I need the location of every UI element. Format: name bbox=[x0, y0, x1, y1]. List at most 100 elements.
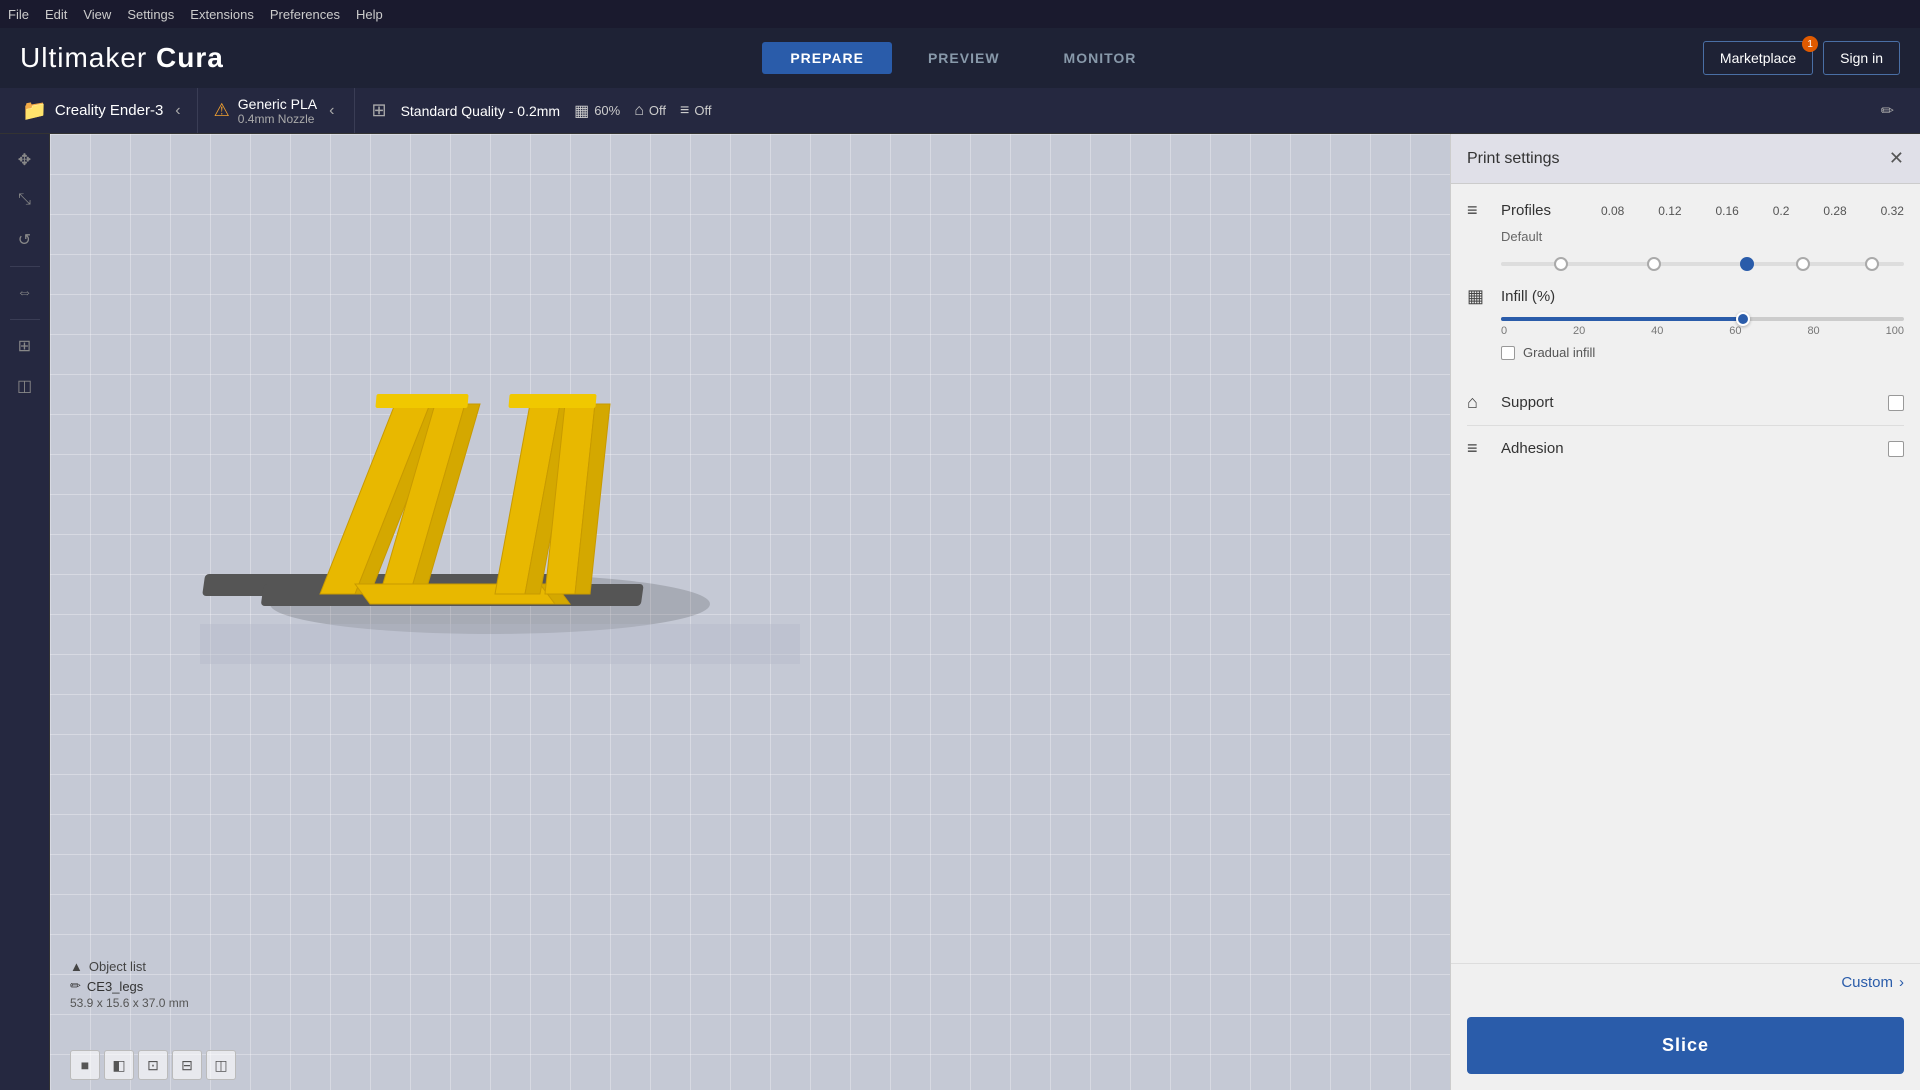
infill-slider-thumb[interactable] bbox=[1736, 312, 1750, 326]
tool-per-model[interactable]: ◫ bbox=[7, 368, 43, 404]
3d-model bbox=[200, 184, 800, 684]
menu-help[interactable]: Help bbox=[356, 7, 383, 22]
settings-title: Print settings bbox=[1467, 150, 1559, 168]
material-arrow-btn[interactable]: ‹ bbox=[325, 98, 338, 124]
menu-extensions[interactable]: Extensions bbox=[190, 7, 254, 22]
gradual-infill-checkbox[interactable] bbox=[1501, 346, 1515, 360]
profiles-icon: ≡ bbox=[1467, 200, 1491, 221]
profile-thumb-3[interactable] bbox=[1796, 257, 1810, 271]
profile-val-0: 0.08 bbox=[1601, 204, 1624, 218]
profiles-row: ≡ Profiles 0.08 0.12 0.16 0.2 0.28 0.32 bbox=[1467, 200, 1904, 221]
profile-default-label: Default bbox=[1501, 229, 1904, 244]
support-icon: ⌂ bbox=[634, 102, 644, 120]
infill-label-0: 0 bbox=[1501, 325, 1507, 337]
print-settings-panel: Print settings ✕ ≡ Profiles 0.08 0.12 0.… bbox=[1450, 134, 1920, 1090]
adhesion-icon: ≡ bbox=[680, 102, 689, 120]
view-mode-layers[interactable]: ⊡ bbox=[138, 1050, 168, 1080]
gradual-infill-row: Gradual infill bbox=[1501, 345, 1904, 360]
object-list-header[interactable]: ▲ Object list bbox=[70, 959, 189, 974]
infill-slider-container: 0 20 40 60 80 100 bbox=[1501, 317, 1904, 337]
marketplace-label: Marketplace bbox=[1720, 50, 1796, 66]
custom-label: Custom bbox=[1841, 974, 1893, 991]
viewport[interactable]: ▲ Object list ✏ CE3_legs 53.9 x 15.6 x 3… bbox=[50, 134, 1450, 1090]
adhesion-section-icon: ≡ bbox=[1467, 438, 1491, 459]
nav-preview[interactable]: PREVIEW bbox=[900, 42, 1028, 74]
material-section: ⚠ Generic PLA 0.4mm Nozzle ‹ bbox=[198, 88, 356, 133]
marketplace-button[interactable]: Marketplace 1 bbox=[1703, 41, 1813, 75]
left-sidebar: ✥ ⤡ ↺ ⇔ ⊞ ◫ bbox=[0, 134, 50, 1090]
view-mode-solid[interactable]: ■ bbox=[70, 1050, 100, 1080]
custom-button[interactable]: Custom › bbox=[1841, 974, 1904, 991]
profile-thumb-1[interactable] bbox=[1647, 257, 1661, 271]
menubar: File Edit View Settings Extensions Prefe… bbox=[0, 0, 1920, 28]
tool-mirror[interactable]: ⇔ bbox=[7, 275, 43, 311]
quality-section: ⊞ Standard Quality - 0.2mm ▦ 60% ⌂ Off ≡… bbox=[355, 88, 1910, 133]
app-title: Ultimaker Cura bbox=[20, 42, 224, 74]
signin-button[interactable]: Sign in bbox=[1823, 41, 1900, 75]
adhesion-checkbox[interactable] bbox=[1888, 441, 1904, 457]
nav-prepare[interactable]: PREPARE bbox=[762, 42, 892, 74]
infill-label-5: 100 bbox=[1886, 325, 1904, 337]
infill-control: ▦ 60% bbox=[574, 101, 620, 121]
view-mode-xray[interactable]: ◧ bbox=[104, 1050, 134, 1080]
profile-thumb-4[interactable] bbox=[1865, 257, 1879, 271]
header-right: Marketplace 1 Sign in bbox=[1703, 41, 1900, 75]
tool-scale[interactable]: ⤡ bbox=[7, 182, 43, 218]
adhesion-off: Off bbox=[694, 103, 711, 118]
quality-settings-icon: ⊞ bbox=[371, 100, 386, 121]
support-off: Off bbox=[649, 103, 666, 118]
main-area: ✥ ⤡ ↺ ⇔ ⊞ ◫ bbox=[0, 134, 1920, 1090]
slice-button[interactable]: Slice bbox=[1467, 1017, 1904, 1074]
profiles-label: Profiles bbox=[1501, 202, 1581, 219]
infill-settings-icon: ▦ bbox=[1467, 286, 1491, 307]
tool-support[interactable]: ⊞ bbox=[7, 328, 43, 364]
chevron-up-icon: ▲ bbox=[70, 959, 83, 974]
printer-name[interactable]: Creality Ender-3 bbox=[55, 102, 163, 119]
nav-buttons: PREPARE PREVIEW MONITOR bbox=[762, 42, 1164, 74]
printer-arrow-btn[interactable]: ‹ bbox=[171, 98, 184, 124]
view-mode-wireframe[interactable]: ⊟ bbox=[172, 1050, 202, 1080]
menu-edit[interactable]: Edit bbox=[45, 7, 67, 22]
support-section-icon: ⌂ bbox=[1467, 392, 1491, 413]
gradual-infill-label: Gradual infill bbox=[1523, 345, 1595, 360]
infill-slider-track[interactable] bbox=[1501, 317, 1904, 321]
infill-label-1: 20 bbox=[1573, 325, 1585, 337]
support-checkbox[interactable] bbox=[1888, 395, 1904, 411]
profile-val-1: 0.12 bbox=[1658, 204, 1681, 218]
menu-preferences[interactable]: Preferences bbox=[270, 7, 340, 22]
profile-val-3: 0.2 bbox=[1773, 204, 1790, 218]
profile-val-5: 0.32 bbox=[1881, 204, 1904, 218]
edit-settings-button[interactable]: ✏ bbox=[1881, 101, 1894, 121]
profile-track[interactable] bbox=[1501, 262, 1904, 266]
quality-label[interactable]: Standard Quality - 0.2mm bbox=[401, 103, 561, 119]
object-info: ▲ Object list ✏ CE3_legs 53.9 x 15.6 x 3… bbox=[70, 959, 189, 1010]
marketplace-badge: 1 bbox=[1802, 36, 1818, 52]
header: Ultimaker Cura PREPARE PREVIEW MONITOR M… bbox=[0, 28, 1920, 88]
nozzle-size: 0.4mm Nozzle bbox=[238, 112, 317, 126]
infill-label: Infill (%) bbox=[1501, 288, 1581, 305]
profile-thumb-active[interactable] bbox=[1740, 257, 1754, 271]
infill-row: ▦ Infill (%) bbox=[1467, 286, 1904, 307]
slice-container: Slice bbox=[1451, 1001, 1920, 1090]
adhesion-section-row: ≡ Adhesion bbox=[1467, 426, 1904, 471]
menu-view[interactable]: View bbox=[83, 7, 111, 22]
infill-icon: ▦ bbox=[574, 101, 589, 121]
settings-body: ≡ Profiles 0.08 0.12 0.16 0.2 0.28 0.32 … bbox=[1451, 184, 1920, 963]
close-settings-button[interactable]: ✕ bbox=[1889, 148, 1904, 169]
infill-slider-fill bbox=[1501, 317, 1743, 321]
tool-move[interactable]: ✥ bbox=[7, 142, 43, 178]
tool-rotate[interactable]: ↺ bbox=[7, 222, 43, 258]
object-dimensions: 53.9 x 15.6 x 37.0 mm bbox=[70, 996, 189, 1010]
nav-monitor[interactable]: MONITOR bbox=[1036, 42, 1165, 74]
chevron-right-icon: › bbox=[1899, 974, 1904, 991]
profile-thumb-0[interactable] bbox=[1554, 257, 1568, 271]
infill-slider-labels: 0 20 40 60 80 100 bbox=[1501, 325, 1904, 337]
menu-file[interactable]: File bbox=[8, 7, 29, 22]
view-mode-material[interactable]: ◫ bbox=[206, 1050, 236, 1080]
sidebar-divider-2 bbox=[10, 319, 40, 320]
infill-label-3: 60 bbox=[1729, 325, 1741, 337]
menu-settings[interactable]: Settings bbox=[127, 7, 174, 22]
settings-panel-header: Print settings ✕ bbox=[1451, 134, 1920, 184]
adhesion-section-label: Adhesion bbox=[1501, 440, 1581, 457]
material-name[interactable]: Generic PLA bbox=[238, 96, 317, 112]
